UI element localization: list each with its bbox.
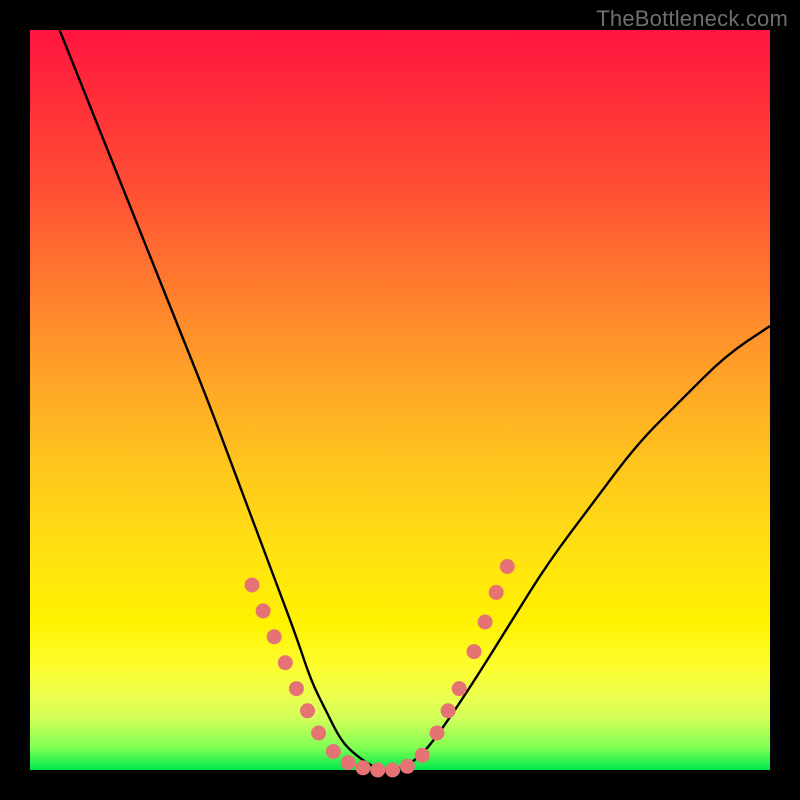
curve-marker [489,585,504,600]
bottleneck-curve [60,30,770,770]
curve-marker [341,755,356,770]
curve-marker [356,760,371,775]
plot-area [30,30,770,770]
curve-svg [30,30,770,770]
curve-marker [370,763,385,778]
curve-marker [267,629,282,644]
curve-marker [278,655,293,670]
curve-marker [415,748,430,763]
curve-marker [467,644,482,659]
curve-marker [311,726,326,741]
curve-marker [441,703,456,718]
curve-marker [326,744,341,759]
curve-marker [500,559,515,574]
chart-frame: TheBottleneck.com [0,0,800,800]
curve-marker [430,726,445,741]
curve-marker [256,603,271,618]
curve-marker [400,759,415,774]
curve-markers [245,559,515,778]
curve-marker [245,578,260,593]
watermark-text: TheBottleneck.com [596,6,788,32]
curve-marker [478,615,493,630]
curve-marker [452,681,467,696]
curve-marker [385,763,400,778]
curve-marker [289,681,304,696]
curve-marker [300,703,315,718]
